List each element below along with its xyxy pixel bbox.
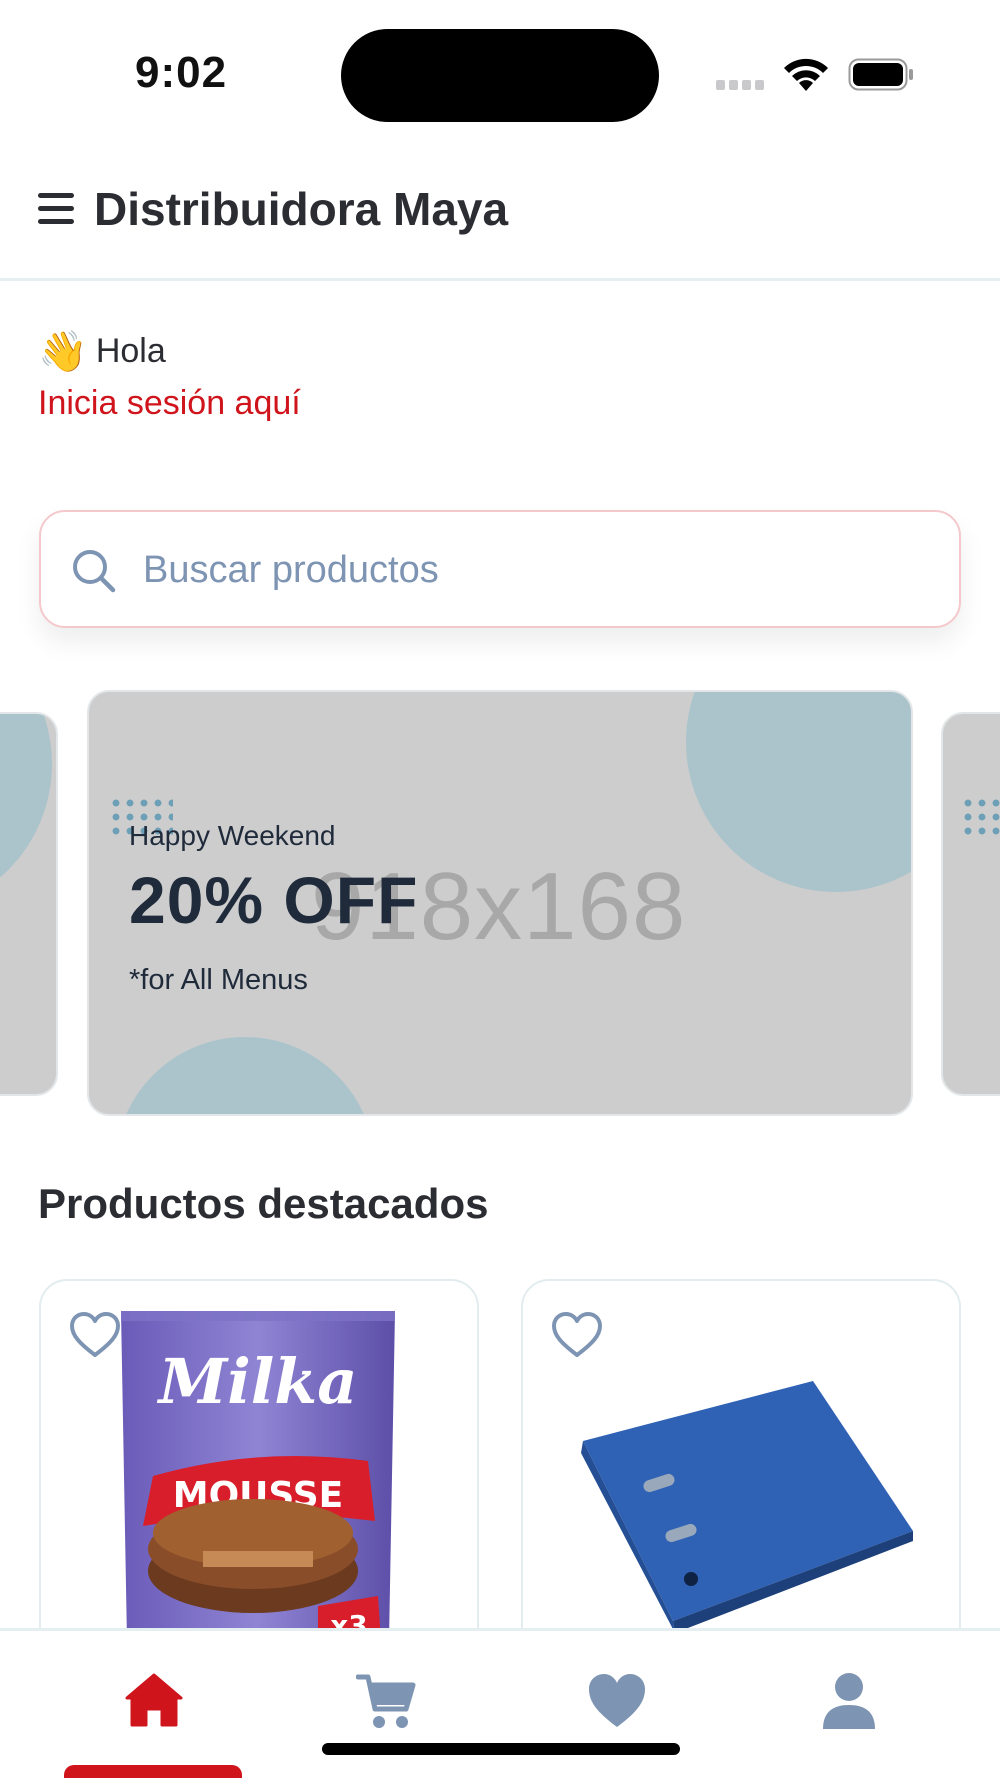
nav-favorites[interactable] (555, 1631, 675, 1778)
nav-cart[interactable] (324, 1631, 444, 1778)
promo-carousel[interactable]: 918x168 Happy Weekend 20% OFF *for All M… (0, 690, 1000, 1116)
search-input[interactable] (143, 536, 933, 604)
app-bar: Distribuidora Maya (0, 140, 1000, 281)
home-indicator (322, 1743, 680, 1755)
greeting: 👋 Hola (38, 328, 166, 375)
promo-banner[interactable]: 918x168 Happy Weekend 20% OFF *for All M… (87, 690, 913, 1116)
decorative-circle (115, 1037, 375, 1114)
product-image-milka-mousse[interactable]: Milka MOUSSE x3 (113, 1311, 403, 1641)
product-card[interactable] (521, 1279, 961, 1659)
bottom-navigation (0, 1628, 1000, 1778)
active-tab-indicator (64, 1765, 242, 1778)
cellular-signal-icon (716, 80, 768, 92)
user-icon (823, 1673, 875, 1729)
heart-icon (589, 1674, 645, 1727)
wifi-icon (784, 58, 828, 91)
promo-banner-next[interactable] (941, 712, 1000, 1096)
nav-home[interactable] (92, 1631, 212, 1778)
heart-outline-icon[interactable] (69, 1311, 121, 1359)
heart-outline-icon[interactable] (551, 1311, 603, 1359)
promo-banner-previous[interactable] (0, 712, 58, 1096)
dynamic-island (341, 29, 659, 122)
section-title-featured: Productos destacados (38, 1180, 489, 1227)
status-bar: 9:02 (0, 0, 1000, 140)
banner-kicker: Happy Weekend (129, 820, 336, 851)
status-time: 9:02 (135, 48, 228, 97)
login-link[interactable]: Inicia sesión aquí (38, 384, 301, 423)
greeting-text: Hola (95, 332, 166, 370)
app-title: Distribuidora Maya (94, 183, 509, 235)
cart-icon (356, 1674, 416, 1728)
banner-note: *for All Menus (129, 964, 308, 996)
home-icon (125, 1673, 183, 1727)
svg-text:Milka: Milka (157, 1345, 358, 1418)
decorative-circle (686, 692, 911, 892)
banner-headline: 20% OFF (129, 863, 419, 937)
waving-hand-icon: 👋 (38, 330, 88, 374)
product-image-blue-binder[interactable] (563, 1381, 923, 1641)
search-bar[interactable] (39, 510, 961, 628)
battery-icon (848, 58, 913, 91)
product-card[interactable]: Milka MOUSSE x3 (39, 1279, 479, 1659)
hamburger-menu-icon[interactable] (38, 193, 74, 225)
nav-account[interactable] (787, 1631, 907, 1778)
search-icon (73, 550, 116, 593)
